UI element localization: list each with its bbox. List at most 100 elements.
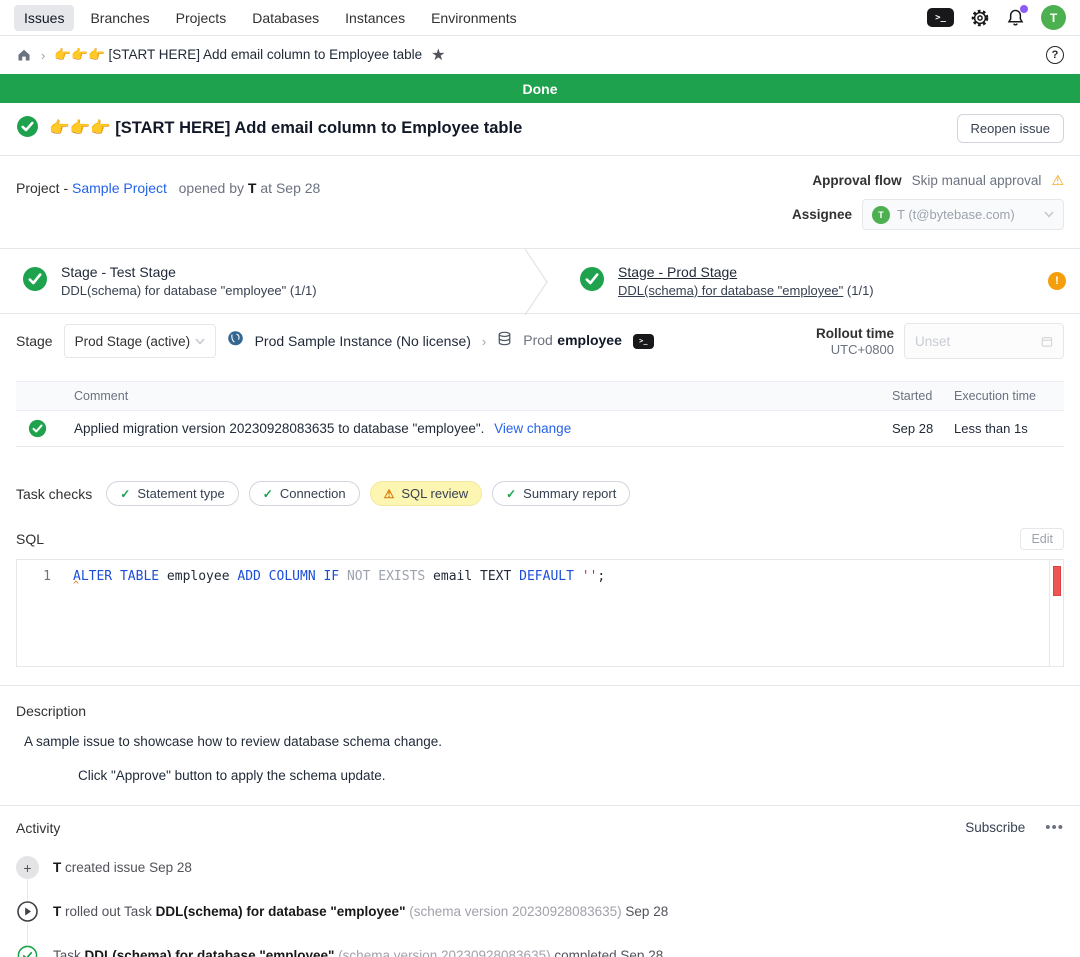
assignee-value: T (t@bytebase.com) [897, 207, 1037, 222]
database-link[interactable]: Prod employee [523, 332, 622, 350]
sql-token: NOT EXISTS [347, 569, 433, 584]
project-label: Project - [16, 180, 68, 196]
activity-prefix: Task [53, 948, 81, 957]
stage-test-check-icon [22, 266, 48, 297]
sql-token: '' [582, 569, 598, 584]
chevron-down-icon [1044, 211, 1054, 218]
sql-token: ; [597, 569, 605, 584]
stage-prod-title[interactable]: Stage - Prod Stage [618, 264, 874, 280]
subscribe-button[interactable]: Subscribe [965, 820, 1025, 835]
sql-edit-button[interactable]: Edit [1020, 528, 1064, 550]
description-label: Description [16, 703, 1064, 719]
activity-version: (schema version 20230928083635) [409, 904, 621, 919]
description-line: A sample issue to showcase how to review… [16, 734, 1064, 749]
reopen-issue-button[interactable]: Reopen issue [957, 114, 1065, 143]
sql-token: email TEXT [433, 569, 519, 584]
sql-token: employee [167, 569, 237, 584]
stage-select[interactable]: Prod Stage (active) [64, 324, 216, 358]
editor-scrollbar[interactable] [1049, 560, 1063, 666]
description-line: Click "Approve" button to apply the sche… [16, 768, 1064, 783]
nav-tab-branches[interactable]: Branches [80, 5, 159, 31]
header-comment: Comment [58, 389, 892, 403]
opened-by-suffix: at Sep 28 [260, 180, 320, 196]
check-label: SQL review [401, 486, 468, 501]
check-summary-report[interactable]: ✓Summary report [492, 481, 630, 506]
activity-section: Activity Subscribe ••• + T created issue… [0, 806, 1080, 957]
sql-label: SQL [16, 531, 44, 547]
stage-test-subtitle: DDL(schema) for database "employee" (1/1… [61, 283, 317, 298]
nav-tab-projects[interactable]: Projects [166, 5, 237, 31]
activity-task: DDL(schema) for database "employee" [85, 948, 335, 957]
stage-select-value: Prod Stage (active) [75, 334, 191, 349]
completed-check-icon [16, 944, 39, 957]
activity-timeline: + T created issue Sep 28 T rolled out Ta… [16, 856, 1064, 957]
stage-prod[interactable]: Stage - Prod Stage DDL(schema) for datab… [549, 249, 1080, 313]
assignee-select[interactable]: T T (t@bytebase.com) [862, 199, 1064, 230]
check-warning-icon: ⚠ [384, 487, 395, 501]
check-sql-review[interactable]: ⚠ SQL review [370, 481, 482, 506]
open-sql-editor-icon[interactable]: >_ [633, 334, 654, 349]
help-icon[interactable]: ? [1046, 46, 1064, 64]
more-options-icon[interactable]: ••• [1045, 819, 1064, 836]
approval-flow-label: Approval flow [812, 173, 901, 188]
home-icon[interactable] [16, 47, 32, 63]
postgresql-icon [227, 330, 244, 352]
activity-date: Sep 28 [625, 904, 668, 919]
activity-text: T rolled out Task DDL(schema) for databa… [53, 904, 668, 919]
stage-detail-bar: Stage Prod Stage (active) Prod Sample In… [0, 314, 1080, 368]
opened-by-prefix: opened by [179, 180, 244, 196]
stage-test[interactable]: Stage - Test Stage DDL(schema) for datab… [0, 249, 523, 313]
activity-user: T [53, 904, 61, 919]
assignee-row: Assignee T T (t@bytebase.com) [792, 199, 1064, 230]
nav-tab-instances[interactable]: Instances [335, 5, 415, 31]
star-icon[interactable]: ★ [431, 45, 445, 65]
activity-version: (schema version 20230928083635) [338, 948, 550, 957]
stage-prod-check-icon [579, 266, 605, 297]
sql-editor[interactable]: 1 ALTER TABLE employee ADD COLUMN IF NOT… [16, 559, 1064, 667]
rollout-labels: Rollout time UTC+0800 [816, 326, 894, 357]
header-started: Started [892, 389, 954, 403]
check-success-icon: ✓ [506, 487, 516, 501]
rollout-time-label: Rollout time [816, 326, 894, 341]
project-link[interactable]: Sample Project [72, 180, 167, 196]
stage-test-texts: Stage - Test Stage DDL(schema) for datab… [61, 264, 317, 298]
issue-title: 👉👉👉 [START HERE] Add email column to Emp… [49, 119, 522, 138]
user-avatar[interactable]: T [1041, 5, 1066, 30]
activity-text: Task DDL(schema) for database "employee"… [53, 948, 663, 957]
activity-task: DDL(schema) for database "employee" [156, 904, 406, 919]
nav-tab-environments[interactable]: Environments [421, 5, 527, 31]
stage-prod-task-link[interactable]: DDL(schema) for database "employee" [618, 283, 843, 298]
sql-code-line: ALTER TABLE employee ADD COLUMN IF NOT E… [61, 560, 1049, 666]
gear-icon[interactable] [970, 8, 990, 28]
notification-dot [1020, 5, 1028, 13]
approval-flow-row: Approval flow Skip manual approval ⚠ [812, 172, 1064, 189]
table-row[interactable]: Applied migration version 20230928083635… [16, 411, 1064, 447]
sql-token: DEFAULT [519, 569, 582, 584]
rollout-time-input[interactable] [915, 334, 1041, 349]
activity-date: Sep 28 [620, 948, 663, 957]
description-section: Description A sample issue to showcase h… [0, 686, 1080, 791]
view-change-link[interactable]: View change [494, 421, 571, 436]
activity-suffix: completed [554, 948, 616, 957]
assignee-label: Assignee [792, 207, 852, 222]
table-header: Comment Started Execution time [16, 381, 1064, 411]
stage-select-label: Stage [16, 333, 53, 349]
check-connection[interactable]: ✓Connection [249, 481, 360, 506]
check-statement-type[interactable]: ✓Statement type [106, 481, 239, 506]
nav-tab-issues[interactable]: Issues [14, 5, 74, 31]
lint-warning-marker [1053, 566, 1061, 596]
nav-tab-databases[interactable]: Databases [242, 5, 329, 31]
activity-item: Task DDL(schema) for database "employee"… [16, 944, 1064, 957]
notification-bell-icon[interactable] [1006, 8, 1025, 27]
migration-comment: Applied migration version 20230928083635… [74, 421, 484, 436]
approval-flow-value: Skip manual approval [912, 173, 1042, 188]
nav-right-actions: >_ T [927, 5, 1066, 30]
issue-done-check-icon [16, 115, 39, 143]
activity-date: Sep 28 [149, 860, 192, 875]
sql-editor-terminal-icon[interactable]: >_ [927, 8, 954, 27]
nav-tabs: Issues Branches Projects Databases Insta… [14, 5, 527, 31]
row-started: Sep 28 [892, 421, 954, 436]
rollout-time-group: Rollout time UTC+0800 [816, 323, 1064, 359]
instance-name[interactable]: Prod Sample Instance (No license) [255, 333, 471, 349]
line-number: 1 [17, 560, 61, 666]
